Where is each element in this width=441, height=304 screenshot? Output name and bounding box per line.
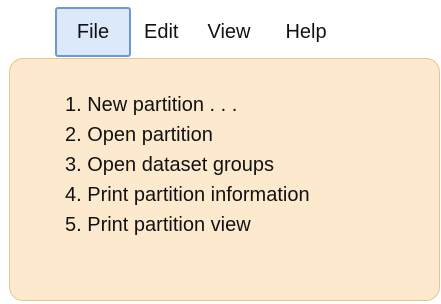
menu-view[interactable]: View [207, 22, 250, 42]
menu-item-open-partition[interactable]: 2. Open partition [65, 120, 310, 150]
menu-item-open-dataset-groups[interactable]: 3. Open dataset groups [65, 150, 310, 180]
menu-file-label: File [76, 21, 110, 43]
menu-bar: File Edit View Help [55, 7, 327, 57]
menu-file[interactable]: File [55, 7, 131, 57]
menu-item-print-partition-view[interactable]: 5. Print partition view [65, 210, 310, 240]
menu-edit[interactable]: Edit [144, 22, 178, 42]
menu-item-new-partition[interactable]: 1. New partition . . . [65, 90, 310, 120]
menu-help[interactable]: Help [285, 22, 326, 42]
menu-edit-label: Edit [144, 21, 179, 43]
menu-view-label: View [207, 21, 251, 43]
file-dropdown-menu: 1. New partition . . . 2. Open partition… [9, 58, 440, 301]
menu-help-label: Help [285, 21, 327, 43]
file-menu-list: 1. New partition . . . 2. Open partition… [65, 90, 310, 240]
menu-item-print-partition-information[interactable]: 4. Print partition information [65, 180, 310, 210]
